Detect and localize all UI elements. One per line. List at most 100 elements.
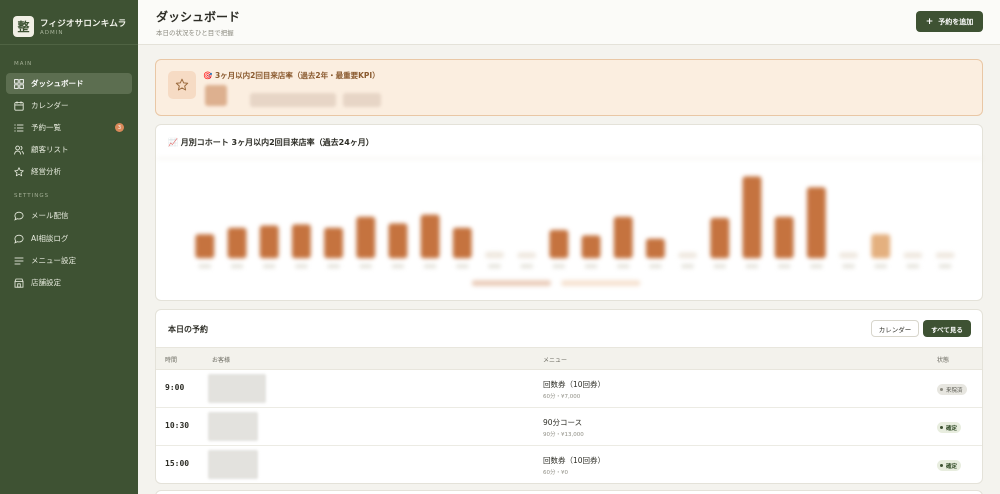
sidebar-item-mail[interactable]: メール配信 xyxy=(6,205,132,226)
next-card-edge xyxy=(155,490,983,494)
users-icon xyxy=(14,145,24,155)
column-header-menu: メニュー xyxy=(543,357,568,364)
kpi-title: 🎯 3ヶ月以内2回目来店率（過去2年・最重要KPI） xyxy=(203,71,380,80)
star-icon xyxy=(168,71,196,99)
chart-tick-label xyxy=(327,264,340,269)
sidebar-item-reservations[interactable]: 予約一覧 3 xyxy=(6,117,132,138)
kpi-detail-redacted xyxy=(343,93,381,107)
see-all-button[interactable]: すべて見る xyxy=(923,320,971,337)
chart-bar xyxy=(356,216,376,259)
chart-tick-label xyxy=(778,264,791,269)
chart-tick-label xyxy=(649,264,662,269)
chart-tick-label xyxy=(842,264,855,269)
column-header-status: 状態 xyxy=(937,357,950,364)
sidebar-item-label: ダッシュボード xyxy=(31,79,84,88)
column-header-customer: お客様 xyxy=(212,357,231,364)
sidebar-item-label: 経営分析 xyxy=(31,167,61,176)
sidebar-item-label: メール配信 xyxy=(31,211,69,220)
sidebar-item-ai-log[interactable]: AI相談ログ xyxy=(6,228,132,249)
chart-bar xyxy=(420,214,440,259)
chart-tick-label xyxy=(681,264,694,269)
plus-icon: + xyxy=(925,16,934,27)
booking-time: 9:00 xyxy=(165,383,185,392)
sidebar-item-dashboard[interactable]: ダッシュボード xyxy=(6,73,132,94)
sidebar-item-analytics[interactable]: 経営分析 xyxy=(6,161,132,182)
sidebar-item-calendar[interactable]: カレンダー xyxy=(6,95,132,116)
chart-bar xyxy=(291,224,311,259)
chart-bar xyxy=(710,217,730,259)
chart-bar xyxy=(388,223,408,259)
chart-bar xyxy=(195,234,215,259)
chart-tick-label xyxy=(874,264,887,269)
kpi-card: 🎯 3ヶ月以内2回目来店率（過去2年・最重要KPI） xyxy=(155,59,983,116)
section-label-settings: SETTINGS xyxy=(14,193,50,199)
chart-tick-label xyxy=(746,264,758,269)
chart-legend-item xyxy=(471,280,552,287)
cohort-bar-chart xyxy=(156,158,984,287)
chart-tick-label xyxy=(939,264,952,269)
table-row[interactable]: 10:30 90分コース 90分・¥13,000 確定 xyxy=(156,408,982,446)
chart-tick-label xyxy=(424,264,437,269)
chart-bar xyxy=(259,225,279,259)
cohort-card: 📈 月別コホート 3ヶ月以内2回目来店率（過去24ヶ月） xyxy=(155,124,984,301)
sidebar-item-customers[interactable]: 顧客リスト xyxy=(6,139,132,160)
chart-bar xyxy=(806,187,826,259)
sidebar-item-label: メニュー設定 xyxy=(31,256,76,265)
chat-bubble-icon xyxy=(14,211,24,221)
chart-bar xyxy=(678,252,698,259)
menu-lines-icon xyxy=(14,256,24,266)
status-label: 確定 xyxy=(946,463,958,470)
bookings-title: 本日の予約 xyxy=(168,325,208,334)
chart-bar xyxy=(581,235,601,259)
add-reservation-button[interactable]: + 予約を追加 xyxy=(916,11,983,32)
table-row[interactable]: 9:00 回数券（10回券） 60分・¥7,000 来院済 xyxy=(156,370,982,408)
brand[interactable]: 整 フィジオサロンキムラ ADMIN xyxy=(0,0,138,44)
chart-tick-label xyxy=(359,264,372,269)
main-area: ダッシュボード 本日の状況をひと目で把握 + 予約を追加 🎯 3ヶ月以内2回目来… xyxy=(138,0,1000,494)
chart-bar xyxy=(324,227,344,259)
brand-sub: ADMIN xyxy=(40,30,64,36)
chart-tick-label xyxy=(906,264,919,269)
customer-name-redacted xyxy=(208,374,266,403)
page-subtitle: 本日の状況をひと目で把握 xyxy=(156,29,234,37)
chart-bar xyxy=(935,252,955,259)
chart-tick-label xyxy=(810,264,823,269)
booking-time: 10:30 xyxy=(165,421,190,430)
sidebar-item-store-settings[interactable]: 店舗設定 xyxy=(6,272,132,293)
sidebar-item-label: カレンダー xyxy=(31,101,69,110)
chart-bar xyxy=(774,216,794,259)
bookings-table-header: 時間 お客様 メニュー 状態 xyxy=(156,347,982,370)
table-row[interactable]: 15:00 回数券（10回券） 60分・¥0 確定 xyxy=(156,446,982,483)
chart-bar xyxy=(645,238,665,259)
status-badge: 来院済 xyxy=(937,384,967,395)
page-header: ダッシュボード 本日の状況をひと目で把握 + 予約を追加 xyxy=(138,0,1000,45)
calendar-icon xyxy=(14,100,24,111)
booking-menu: 回数券（10回券） xyxy=(543,456,606,465)
chart-tick-label xyxy=(198,264,211,269)
sidebar-item-menu-settings[interactable]: メニュー設定 xyxy=(6,250,132,271)
status-label: 確定 xyxy=(946,425,958,432)
chart-tick-label xyxy=(520,264,533,269)
status-badge: 確定 xyxy=(937,460,962,471)
calendar-button[interactable]: カレンダー xyxy=(871,320,919,337)
cohort-title: 📈 月別コホート 3ヶ月以内2回目来店率（過去24ヶ月） xyxy=(168,138,374,147)
customer-name-redacted xyxy=(208,412,258,441)
chart-tick-label xyxy=(488,264,501,269)
chart-tick-label xyxy=(263,264,276,269)
list-icon xyxy=(14,123,24,133)
kpi-value-redacted xyxy=(205,85,227,106)
sidebar-item-label: 店舗設定 xyxy=(31,278,61,287)
status-label: 来院済 xyxy=(946,387,963,394)
chart-bar xyxy=(549,229,569,259)
add-reservation-label: 予約を追加 xyxy=(938,17,974,26)
chat-bubble-icon xyxy=(14,234,24,244)
store-icon xyxy=(14,278,24,288)
chart-bar xyxy=(452,227,472,259)
booking-menu-detail: 90分・¥13,000 xyxy=(543,432,584,438)
booking-menu: 回数券（10回券） xyxy=(543,380,606,389)
chart-tick-label xyxy=(585,264,598,269)
chart-bar xyxy=(227,227,247,259)
sidebar-item-label: 顧客リスト xyxy=(31,145,69,154)
reservations-count-badge: 3 xyxy=(115,123,124,132)
status-badge: 確定 xyxy=(937,422,962,433)
